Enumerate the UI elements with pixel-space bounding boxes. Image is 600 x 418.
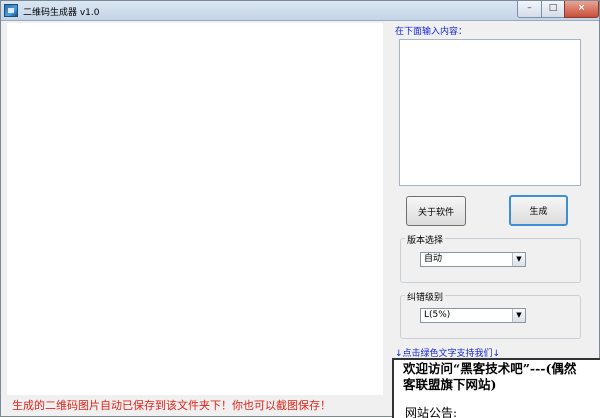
- welcome-line-2: 客联盟旗下网站): [403, 377, 497, 392]
- maximize-button[interactable]: □: [541, 1, 565, 18]
- window-title: 二维码生成器 v1.0: [23, 8, 100, 18]
- input-label: 在下面输入内容：: [395, 27, 468, 37]
- main-window: 二维码生成器 v1.0 – □ × 生成的二维码图片自动已保存到该文件夹下！你也…: [0, 0, 600, 418]
- status-message: 生成的二维码图片自动已保存到该文件夹下！你也可以截图保存！: [12, 399, 331, 412]
- notice-board-label: 网站公告:: [405, 406, 458, 418]
- ecc-group-title: 纠错级别: [405, 290, 446, 303]
- minimize-button[interactable]: –: [517, 1, 542, 18]
- welcome-text: 欢迎访问“黑客技术吧”---(偶然 客联盟旗下网站): [403, 361, 600, 393]
- chevron-down-icon[interactable]: ▼: [512, 309, 525, 322]
- content-input[interactable]: [399, 39, 581, 186]
- ecc-select-value: L(5%): [424, 310, 451, 320]
- qr-preview-area: [7, 23, 383, 395]
- notice-panel[interactable]: 欢迎访问“黑客技术吧”---(偶然 客联盟旗下网站) 网站公告:: [392, 358, 600, 418]
- close-button[interactable]: ×: [564, 1, 599, 18]
- version-select[interactable]: 自动 ▼: [420, 252, 526, 267]
- version-select-value: 自动: [424, 254, 443, 264]
- ecc-select[interactable]: L(5%) ▼: [420, 308, 526, 323]
- title-bar[interactable]: 二维码生成器 v1.0 – □ ×: [1, 1, 599, 21]
- version-group-title: 版本选择: [405, 233, 446, 246]
- chevron-down-icon[interactable]: ▼: [512, 253, 525, 266]
- welcome-line-1: 欢迎访问“黑客技术吧”---(偶然: [403, 361, 577, 376]
- generate-button[interactable]: 生成: [509, 195, 568, 226]
- app-icon: [4, 4, 18, 17]
- about-button[interactable]: 关于软件: [406, 196, 466, 226]
